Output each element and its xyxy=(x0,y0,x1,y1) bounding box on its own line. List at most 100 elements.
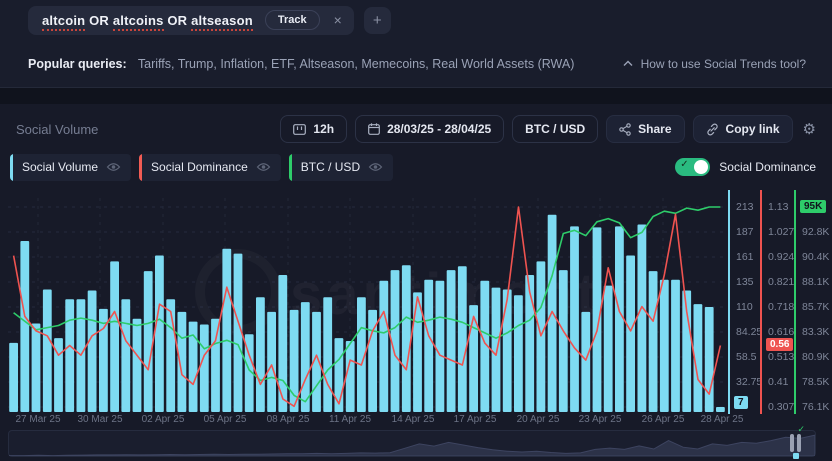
x-axis-label: 11 Apr 25 xyxy=(319,414,381,425)
track-button[interactable]: Track xyxy=(265,10,320,30)
y-tick-label: 0.513 xyxy=(768,351,794,363)
volume-bar[interactable] xyxy=(32,324,41,413)
volume-bar[interactable] xyxy=(379,281,388,412)
how-to-use-link[interactable]: How to use Social Trends tool? xyxy=(623,57,806,71)
volume-bar[interactable] xyxy=(20,241,29,412)
legend-chip[interactable]: Social Dominance xyxy=(139,154,281,181)
volume-bar[interactable] xyxy=(402,265,411,412)
copy-link-button[interactable]: Copy link xyxy=(693,115,793,143)
volume-bar[interactable] xyxy=(514,295,523,412)
legend-chip[interactable]: Social Volume xyxy=(10,154,131,181)
y-axis-current-badge: 7 xyxy=(734,396,748,409)
social-dominance-toggle[interactable]: ✓ xyxy=(675,158,710,176)
x-axis-label: 17 Apr 25 xyxy=(444,414,506,425)
date-range-button[interactable]: 28/03/25 - 28/04/25 xyxy=(355,115,504,143)
volume-bar[interactable] xyxy=(626,256,635,413)
volume-bar[interactable] xyxy=(166,299,175,412)
volume-bar[interactable] xyxy=(121,299,130,412)
y-tick-label: 78.5K xyxy=(802,376,829,388)
volume-bar[interactable] xyxy=(570,226,579,412)
chart-title: Social Volume xyxy=(16,122,98,137)
eye-icon[interactable] xyxy=(106,162,121,172)
volume-bar[interactable] xyxy=(492,288,501,412)
volume-bar[interactable] xyxy=(581,312,590,412)
volume-bar[interactable] xyxy=(267,312,276,412)
y-tick-label: 0.924 xyxy=(768,251,794,263)
x-axis-label: 26 Apr 25 xyxy=(632,414,694,425)
volume-bar[interactable] xyxy=(638,225,647,413)
y-tick-label: 0.718 xyxy=(768,301,794,313)
volume-bar[interactable] xyxy=(615,226,624,412)
y-axis-current-badge: 0.56 xyxy=(766,338,793,351)
volume-bar[interactable] xyxy=(604,286,613,412)
share-button[interactable]: Share xyxy=(606,115,684,143)
volume-bar[interactable] xyxy=(649,271,658,412)
timeline-minimap[interactable]: ✓ xyxy=(8,430,816,457)
popular-queries-label: Popular queries: xyxy=(28,57,127,71)
volume-bar[interactable] xyxy=(436,281,445,412)
volume-bar[interactable] xyxy=(346,341,355,412)
volume-bar[interactable] xyxy=(424,280,433,412)
y-tick-label: 92.8K xyxy=(802,226,829,238)
y-tick-label: 83.3K xyxy=(802,326,829,338)
volume-bar[interactable] xyxy=(110,261,119,412)
volume-bar[interactable] xyxy=(559,270,568,412)
volume-bar[interactable] xyxy=(200,325,209,413)
minimap-area-chart xyxy=(9,431,815,456)
volume-bar[interactable] xyxy=(716,407,725,412)
legend-chip[interactable]: BTC / USD xyxy=(289,154,393,181)
y-axis: 21318716113511084.2558.532.757 xyxy=(728,190,730,414)
y-tick-label: 1.13 xyxy=(768,201,788,213)
volume-bar[interactable] xyxy=(43,290,52,413)
volume-bar[interactable] xyxy=(301,302,310,412)
share-icon xyxy=(619,123,631,136)
legend-color-bar xyxy=(289,154,292,181)
volume-bar[interactable] xyxy=(537,261,546,412)
x-axis-label: 27 Mar 25 xyxy=(7,414,69,425)
volume-bar[interactable] xyxy=(458,266,467,412)
popular-queries-list[interactable]: Tariffs, Trump, Inflation, ETF, Altseaso… xyxy=(135,57,575,71)
volume-bar[interactable] xyxy=(211,319,220,412)
volume-bar[interactable] xyxy=(335,338,344,412)
x-axis-label: 02 Apr 25 xyxy=(132,414,194,425)
search-query-text[interactable]: altcoin OR altcoins OR altseason xyxy=(42,13,253,28)
volume-bar[interactable] xyxy=(705,307,714,412)
volume-bar[interactable] xyxy=(593,227,602,412)
volume-bar[interactable] xyxy=(469,305,478,412)
volume-bar[interactable] xyxy=(256,297,265,412)
chart-plot-area[interactable]: santiment 21318716113511084.2558.532.757… xyxy=(0,190,832,461)
y-tick-label: 0.821 xyxy=(768,276,794,288)
volume-bar[interactable] xyxy=(525,275,534,412)
volume-bar[interactable] xyxy=(671,280,680,412)
minimap-drag-handle[interactable] xyxy=(790,434,801,452)
volume-bar[interactable] xyxy=(9,343,18,412)
calendar-icon xyxy=(368,123,380,135)
settings-gear-icon[interactable]: ⚙ xyxy=(801,120,818,138)
y-tick-label: 1.027 xyxy=(768,226,794,238)
interval-button[interactable]: 12h xyxy=(280,115,347,143)
popular-queries-bar: Popular queries: Tariffs, Trump, Inflati… xyxy=(0,40,832,88)
volume-bar[interactable] xyxy=(503,290,512,413)
volume-bar[interactable] xyxy=(660,280,669,412)
y-axis-current-badge: 95K xyxy=(800,200,826,213)
volume-bar[interactable] xyxy=(323,297,332,412)
eye-icon[interactable] xyxy=(256,162,271,172)
close-tab-icon[interactable]: × xyxy=(332,13,344,27)
x-axis-label: 23 Apr 25 xyxy=(569,414,631,425)
volume-bar[interactable] xyxy=(133,319,142,412)
eye-icon[interactable] xyxy=(368,162,383,172)
minimap-silhouette xyxy=(9,435,815,456)
volume-bar[interactable] xyxy=(88,291,97,413)
pair-button[interactable]: BTC / USD xyxy=(512,115,598,143)
volume-bar[interactable] xyxy=(155,256,164,413)
main-chart[interactable]: santiment xyxy=(8,190,726,414)
y-tick-label: 58.5 xyxy=(736,351,756,363)
volume-bar[interactable] xyxy=(65,299,74,412)
volume-bar[interactable] xyxy=(222,249,231,412)
volume-bar[interactable] xyxy=(178,312,187,412)
add-tab-button[interactable]: + xyxy=(364,7,391,34)
x-axis-label: 08 Apr 25 xyxy=(257,414,319,425)
volume-bar[interactable] xyxy=(447,270,456,412)
search-query-tab[interactable]: altcoin OR altcoins OR altseason Track × xyxy=(28,6,354,35)
volume-bar[interactable] xyxy=(144,271,153,412)
